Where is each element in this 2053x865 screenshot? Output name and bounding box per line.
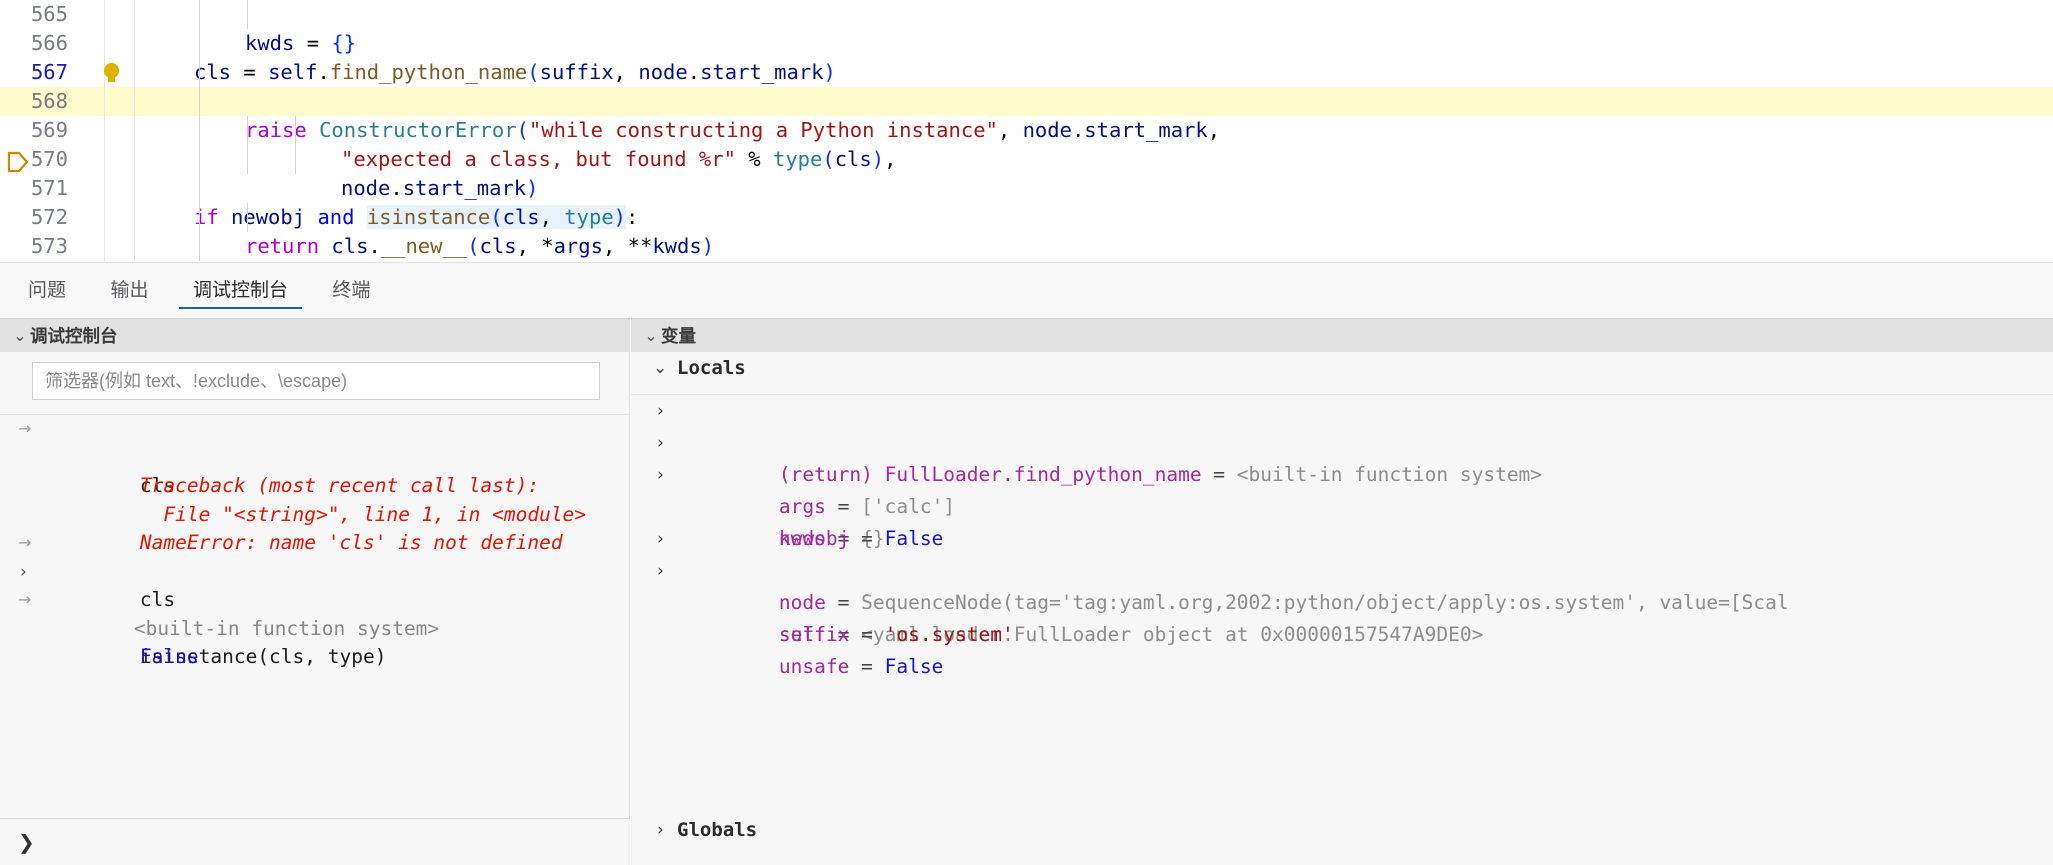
console-row[interactable]: › <built-in function system> [0,558,630,640]
chevron-down-icon[interactable]: ⌄ [641,320,661,354]
variable-row[interactable]: suffix = 'os.system' [631,587,2053,646]
variables-panel: ⌄ Locals › (return) FullLoader.find_pyth… [631,352,2053,865]
code-line[interactable]: 570 node.start_mark) [0,145,2053,200]
filter-row [0,352,630,414]
code-line[interactable]: 565 kwds = {} [0,0,2053,55]
code-line-executing[interactable]: 568 raise ConstructorError("while constr… [0,87,2053,173]
scope-label: Locals [677,357,746,379]
line-number: 573 [30,234,68,258]
variable-name: unsafe [778,655,850,678]
line-number: 572 [30,205,68,229]
chevron-down-icon[interactable]: ⌄ [10,320,30,354]
scope-label: Globals [677,819,758,841]
chevron-right-icon[interactable]: › [657,395,664,427]
debug-console-title: 调试控制台 [30,326,118,346]
prompt-chevron-icon: ❯ [18,830,35,854]
code-editor[interactable]: 565 kwds = {} 566 cls = self.find_python… [0,0,2053,262]
code-text: else: [108,232,256,262]
panel-tab-bar: 问题 输出 调试控制台 终端 [0,262,2053,318]
tab-debug-console[interactable]: 调试控制台 [178,263,302,319]
chevron-right-icon[interactable]: › [657,427,664,459]
console-row: NameError: name 'cls' is not defined [0,501,630,554]
console-row: → cls [0,529,630,611]
debug-console-section-header[interactable]: ⌄ 调试控制台 [0,318,630,352]
console-arrow-icon: → [18,419,32,438]
variables-section-header[interactable]: ⌄ 变量 [631,318,2053,352]
console-row: File "<string>", line 1, in <module> [0,472,630,526]
debug-console-filter-input[interactable] [32,362,600,400]
console-row: → isinstance(cls, type) [0,586,630,668]
variable-row[interactable]: › self = <yaml.loader.FullLoader object … [631,555,2053,646]
variables-title: 变量 [661,326,696,346]
code-line[interactable]: 572 return cls.__new__(cls, *args, **kwd… [0,203,2053,258]
code-line[interactable]: 573 else: [0,232,2053,261]
console-row-text: False [139,645,199,668]
variable-row[interactable]: newobj = False [631,491,2053,550]
line-number: 571 [30,176,68,200]
variable-row[interactable]: › args = ['calc'] [631,427,2053,518]
console-arrow-icon: → [18,590,32,609]
console-row: Traceback (most recent call last): [0,444,630,497]
code-line[interactable]: 569 "expected a class, but found %r" % t… [0,116,2053,171]
line-number: 568 [30,89,68,113]
console-arrow-icon: → [18,533,32,552]
line-number: 566 [30,31,68,55]
chevron-right-icon[interactable]: › [657,555,664,587]
vscode-window: 565 kwds = {} 566 cls = self.find_python… [0,0,2053,865]
line-number-current: 567 [30,60,68,84]
tab-terminal[interactable]: 终端 [318,263,384,319]
chevron-right-icon[interactable]: › [20,558,27,587]
variable-row[interactable]: › node = SequenceNode(tag='tag:yaml.org,… [631,523,2053,614]
variable-row[interactable]: › (return) FullLoader.find_python_name =… [631,395,2053,486]
debug-console-panel: → cls Traceback (most recent call last):… [0,352,630,865]
debug-console-output[interactable]: → cls Traceback (most recent call last):… [0,414,630,818]
console-row: → cls [0,415,630,497]
line-number: 569 [30,118,68,142]
variable-value: False [884,655,944,678]
chevron-right-icon[interactable]: › [657,459,664,491]
line-number: 565 [30,2,68,26]
tab-output[interactable]: 输出 [96,263,162,319]
variable-row[interactable]: unsafe = False [631,619,2053,678]
chevron-right-icon[interactable]: › [657,523,664,555]
chevron-right-icon[interactable]: › [657,814,664,846]
debug-console-input-row[interactable]: ❯ [0,818,630,865]
code-line[interactable]: 567 if not (unsafe or isinstance(cls, ty… [0,58,2053,113]
tab-problems[interactable]: 问题 [14,263,80,319]
locals-variable-list[interactable]: › (return) FullLoader.find_python_name =… [631,394,2053,814]
scope-locals[interactable]: ⌄ Locals [631,352,2053,384]
code-line[interactable]: 571 if newobj and isinstance(cls, type): [0,174,2053,229]
line-number: 570 [30,147,68,171]
chevron-down-icon[interactable]: ⌄ [653,352,667,384]
variable-row[interactable]: › kwds = {} [631,459,2053,550]
code-line[interactable]: 566 cls = self.find_python_name(suffix, … [0,29,2053,84]
console-row: False [0,615,630,668]
scope-globals[interactable]: › Globals [631,814,2053,846]
